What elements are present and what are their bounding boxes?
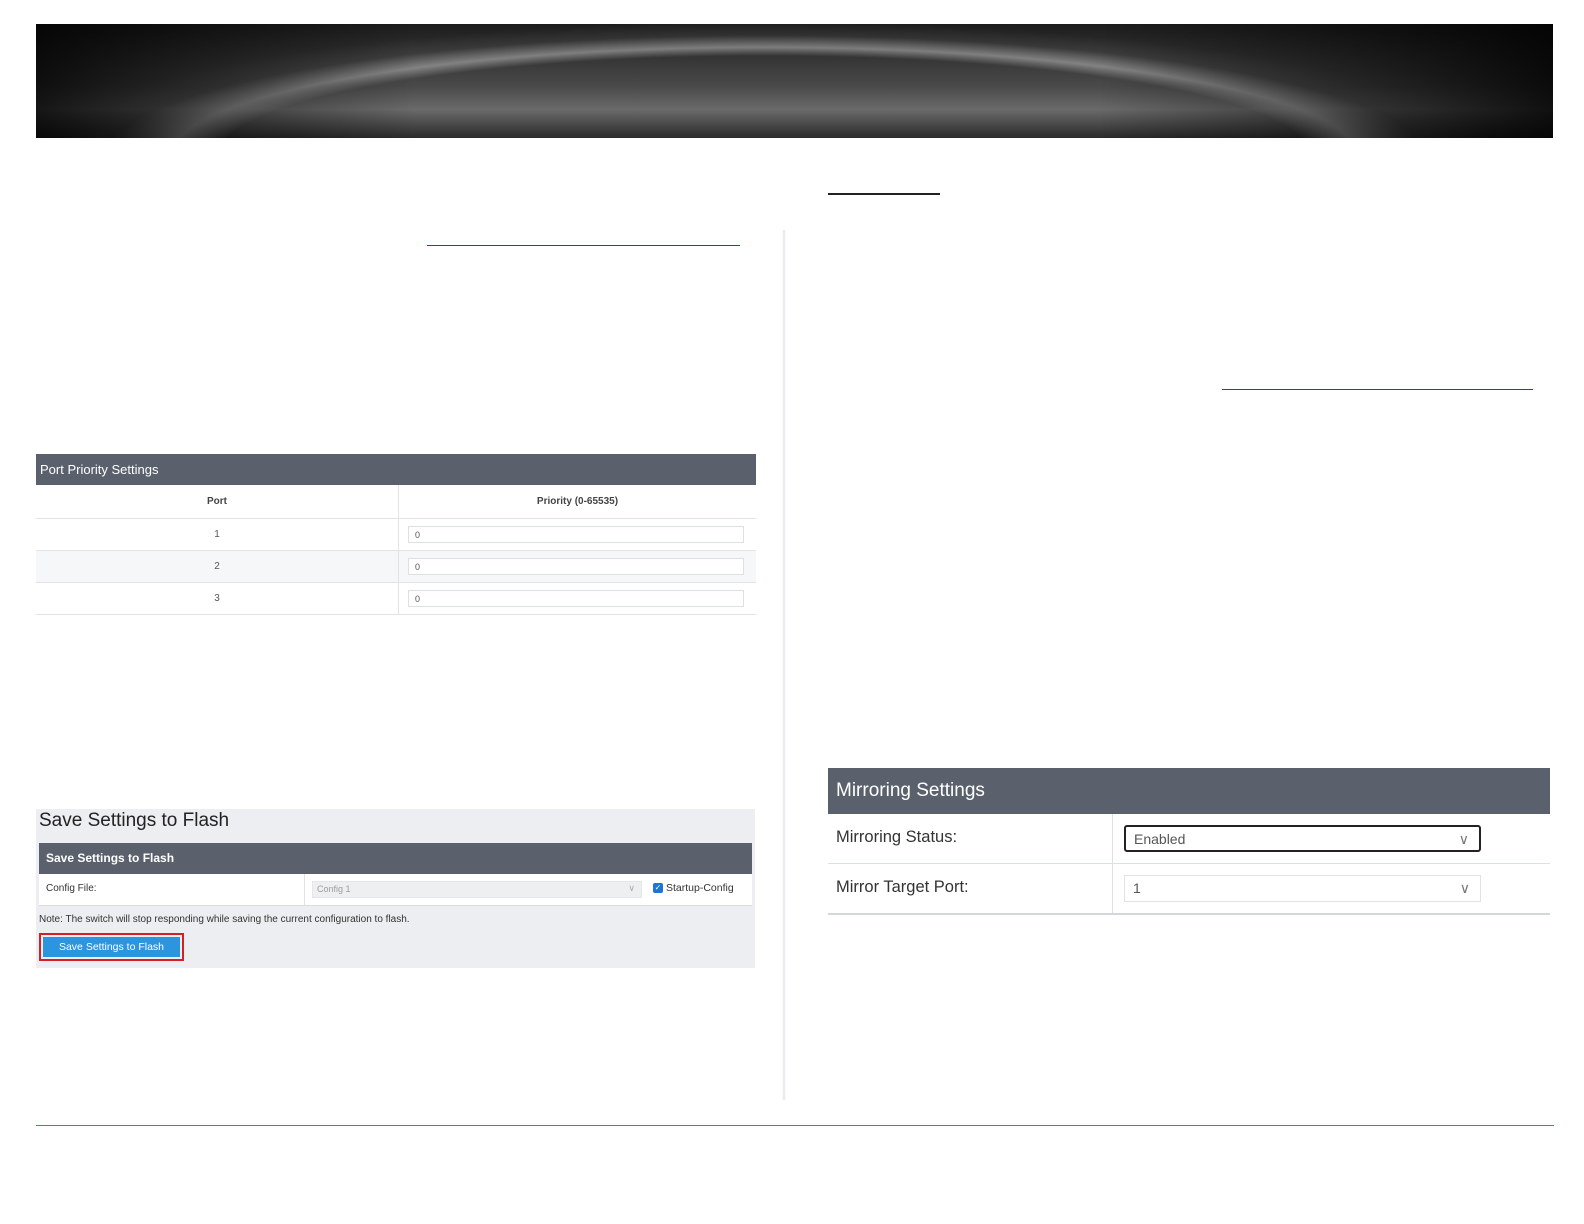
- priority-input[interactable]: 0: [408, 558, 744, 575]
- port-number: 2: [36, 550, 399, 583]
- save-settings-button[interactable]: Save Settings to Flash: [43, 937, 180, 957]
- chevron-down-icon: ∨: [628, 883, 635, 893]
- save-flash-page-title: Save Settings to Flash: [39, 810, 230, 831]
- chevron-down-icon: ∨: [1459, 880, 1470, 896]
- mirror-target-row: Mirror Target Port: 1 ∨: [828, 864, 1550, 915]
- port-priority-panel: Port Priority Settings Port Priority (0-…: [36, 454, 756, 615]
- priority-input[interactable]: 0: [408, 590, 744, 607]
- port-priority-table: Port Priority (0-65535) 1 0 2 0 3 0: [36, 485, 756, 615]
- link-underline-left[interactable]: [427, 245, 740, 246]
- mirroring-status-label: Mirroring Status:: [836, 828, 958, 846]
- table-row: 3 0: [36, 582, 756, 615]
- table-row: 2 0: [36, 550, 756, 583]
- priority-column-header: Priority (0-65535): [398, 485, 756, 519]
- mirroring-panel: Mirroring Settings Mirroring Status: Ena…: [828, 768, 1550, 915]
- column-divider: [782, 230, 786, 1100]
- port-number: 1: [36, 518, 399, 551]
- row-divider: [1112, 864, 1113, 913]
- save-flash-note: Note: The switch will stop responding wh…: [39, 914, 410, 925]
- config-file-select[interactable]: Config 1 ∨: [312, 881, 642, 898]
- mirror-target-label: Mirror Target Port:: [836, 878, 969, 896]
- config-file-value: Config 1: [317, 884, 351, 894]
- mirror-target-value: 1: [1133, 880, 1141, 896]
- config-file-label: Config File:: [46, 883, 97, 894]
- mirror-target-select[interactable]: 1 ∨: [1124, 875, 1481, 902]
- table-row: 1 0: [36, 518, 756, 551]
- startup-config-checkbox[interactable]: ✓: [653, 883, 663, 893]
- mirroring-status-value: Enabled: [1134, 831, 1186, 847]
- table-header-row: Port Priority (0-65535): [36, 485, 756, 519]
- row-divider: [1112, 814, 1113, 863]
- mirroring-header: Mirroring Settings: [828, 768, 1550, 814]
- save-flash-section-header: Save Settings to Flash: [39, 843, 752, 874]
- chevron-down-icon: ∨: [1458, 831, 1469, 847]
- mirroring-status-row: Mirroring Status: Enabled ∨: [828, 814, 1550, 864]
- config-file-row: Config File: Config 1 ∨ ✓ Startup-Config: [39, 874, 752, 906]
- port-priority-header: Port Priority Settings: [36, 454, 756, 485]
- save-flash-panel: Save Settings to Flash Save Settings to …: [36, 809, 755, 968]
- row-divider: [304, 874, 305, 905]
- port-number: 3: [36, 582, 399, 615]
- mirroring-status-select[interactable]: Enabled ∨: [1124, 825, 1481, 852]
- heading-underline-right: [828, 193, 940, 195]
- startup-config-label[interactable]: Startup-Config: [666, 882, 734, 894]
- footer-rule: [36, 1125, 1554, 1126]
- port-column-header: Port: [36, 485, 399, 519]
- priority-input[interactable]: 0: [408, 526, 744, 543]
- header-banner: [36, 24, 1553, 138]
- link-underline-right[interactable]: [1222, 389, 1533, 390]
- save-button-highlight: Save Settings to Flash: [39, 933, 184, 961]
